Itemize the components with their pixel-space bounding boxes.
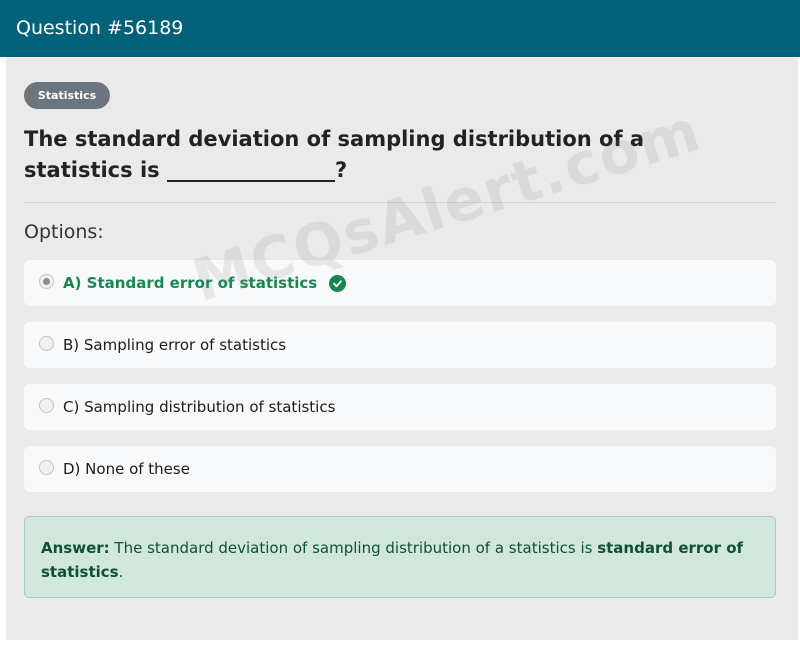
option-d-label: D) None of these: [63, 460, 190, 478]
divider: [24, 202, 776, 203]
option-b[interactable]: B) Sampling error of statistics: [24, 322, 776, 368]
option-c-label: C) Sampling distribution of statistics: [63, 398, 336, 416]
option-d[interactable]: D) None of these: [24, 446, 776, 492]
answer-prefix: Answer:: [41, 539, 110, 557]
answer-suffix: .: [118, 563, 124, 581]
option-a-label: A) Standard error of statistics: [63, 274, 318, 292]
answer-text: The standard deviation of sampling distr…: [109, 539, 598, 557]
question-number-title: Question #56189: [16, 17, 184, 39]
radio-option-d[interactable]: [39, 459, 54, 475]
option-b-label: B) Sampling error of statistics: [63, 336, 287, 354]
radio-option-a[interactable]: [39, 273, 54, 289]
option-c[interactable]: C) Sampling distribution of statistics: [24, 384, 776, 430]
option-a[interactable]: A) Standard error of statistics: [24, 260, 776, 306]
radio-option-c[interactable]: [39, 397, 54, 413]
options-heading: Options:: [24, 221, 104, 243]
question-text: The standard deviation of sampling distr…: [24, 127, 645, 182]
answer-box: Answer: The standard deviation of sampli…: [24, 516, 776, 598]
check-circle-icon: [329, 274, 347, 292]
page-header: Question #56189: [0, 0, 800, 57]
radio-option-b[interactable]: [39, 335, 54, 351]
category-badge[interactable]: Statistics: [24, 82, 110, 109]
